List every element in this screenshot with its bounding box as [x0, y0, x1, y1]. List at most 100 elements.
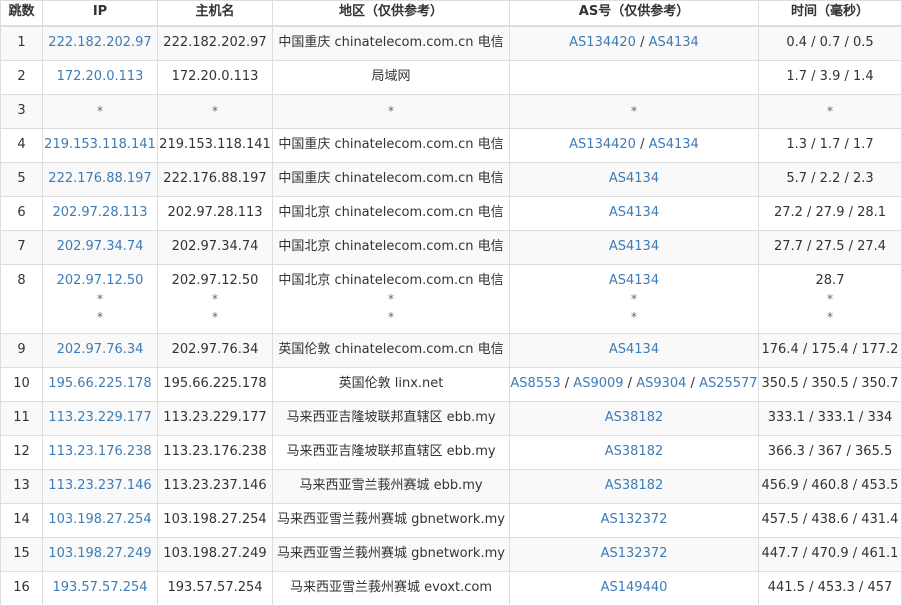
- ip-cell: 103.198.27.249: [42, 537, 158, 572]
- hop-number: 3: [17, 103, 26, 118]
- as-link[interactable]: AS4134: [609, 342, 659, 357]
- ip-cell: 195.66.225.178: [42, 367, 158, 402]
- time-cell: 27.7 / 27.5 / 27.4: [758, 230, 902, 265]
- hop-cell: 12: [0, 435, 43, 470]
- hop-cell: 1: [0, 25, 43, 61]
- time-cell: 1.3 / 1.7 / 1.7: [758, 128, 902, 163]
- ip-link[interactable]: 103.198.27.249: [44, 545, 157, 563]
- as-separator: /: [635, 137, 649, 152]
- as-link[interactable]: AS25577: [699, 376, 757, 391]
- as-link[interactable]: AS134420: [569, 137, 636, 152]
- ip-cell: 172.20.0.113: [42, 60, 158, 95]
- as-link[interactable]: AS149440: [601, 580, 668, 595]
- as-cell: AS4134: [509, 230, 759, 265]
- region-cell: 英国伦敦 linx.net: [272, 367, 510, 402]
- ip-link[interactable]: 202.97.76.34: [44, 341, 157, 359]
- as-link[interactable]: AS132372: [601, 546, 668, 561]
- hostname: 222.182.202.97: [163, 35, 267, 50]
- region-cell: *: [272, 94, 510, 129]
- region-text: 马来西亚吉隆坡联邦直辖区 ebb.my: [286, 444, 496, 459]
- region-text: 中国重庆 chinatelecom.com.cn 电信: [278, 35, 504, 50]
- as-link[interactable]: AS4134: [609, 239, 659, 254]
- hop-cell: 13: [0, 469, 43, 504]
- region-text: 局域网: [371, 69, 411, 84]
- as-cell: AS38182: [509, 469, 759, 504]
- as-list: AS132372: [511, 511, 758, 529]
- ip-link[interactable]: 113.23.237.146: [44, 477, 157, 495]
- hostname-cell: 193.57.57.254: [157, 571, 273, 606]
- ip-link[interactable]: 222.176.88.197: [44, 170, 157, 188]
- ip-link[interactable]: 202.97.28.113: [44, 204, 157, 222]
- table-row: 1 222.182.202.97 222.182.202.97 中国重庆 chinat…: [0, 25, 902, 61]
- hostname: 222.176.88.197: [163, 171, 267, 186]
- ip-cell: 202.97.28.113: [42, 196, 158, 231]
- as-link[interactable]: AS38182: [605, 410, 664, 425]
- table-row: 10 195.66.225.178 195.66.225.178 英国伦敦 linx.…: [0, 367, 902, 402]
- ip-link[interactable]: 202.97.34.74: [44, 238, 157, 256]
- as-link[interactable]: AS38182: [605, 478, 664, 493]
- as-cell: *: [509, 94, 759, 129]
- ip-cell: 113.23.229.177: [42, 401, 158, 436]
- latency-values: 366.3 / 367 / 365.5: [767, 444, 893, 459]
- as-link[interactable]: AS4134: [649, 35, 699, 50]
- ip-link[interactable]: 195.66.225.178: [44, 375, 157, 393]
- hop-number: 16: [13, 580, 30, 595]
- as-link[interactable]: AS9304: [636, 376, 686, 391]
- hop-number: 7: [17, 239, 26, 254]
- ip-link[interactable]: 193.57.57.254: [44, 579, 157, 597]
- ip-link[interactable]: 222.182.202.97: [44, 34, 157, 52]
- ip-cell: 113.23.176.238: [42, 435, 158, 470]
- as-link[interactable]: AS9009: [573, 376, 623, 391]
- time-cell: 447.7 / 470.9 / 461.1: [758, 537, 902, 572]
- as-link[interactable]: AS132372: [601, 512, 668, 527]
- ip-link[interactable]: 113.23.229.177: [44, 409, 157, 427]
- as-separator: /: [686, 376, 700, 391]
- ip-link[interactable]: 113.23.176.238: [44, 443, 157, 461]
- latency-values: 27.2 / 27.9 / 28.1: [773, 205, 887, 220]
- timeout-marker: *: [631, 104, 637, 118]
- table-row: 15 103.198.27.249 103.198.27.249 马来西亚雪兰莪州赛城…: [0, 537, 902, 572]
- as-cell: AS149440: [509, 571, 759, 606]
- region-text: 马来西亚吉隆坡联邦直辖区 ebb.my: [286, 410, 496, 425]
- header-hostname: 主机名: [157, 0, 273, 27]
- ip-link[interactable]: 172.20.0.113: [44, 68, 157, 86]
- latency-values: 333.1 / 333.1 / 334: [767, 410, 893, 425]
- as-cell: AS4134: [509, 333, 759, 368]
- hop-number: 11: [13, 410, 30, 425]
- hostname: 202.97.28.113: [167, 205, 263, 220]
- region-text: 马来西亚雪兰莪州赛城 gbnetwork.my: [277, 546, 505, 561]
- hostname: 113.23.229.177: [163, 410, 267, 425]
- ip-link[interactable]: 202.97.12.50: [44, 272, 157, 290]
- hostname-cell: 222.182.202.97: [157, 25, 273, 61]
- as-link[interactable]: AS38182: [605, 444, 664, 459]
- as-link[interactable]: AS134420: [569, 35, 636, 50]
- hop-number: 9: [17, 342, 26, 357]
- as-link[interactable]: AS8553: [511, 376, 561, 391]
- as-link[interactable]: AS4134: [609, 205, 659, 220]
- as-link[interactable]: AS4134: [609, 171, 659, 186]
- as-link[interactable]: AS4134: [649, 137, 699, 152]
- region-cell: 马来西亚雪兰莪州赛城 gbnetwork.my: [272, 537, 510, 572]
- as-cell: AS38182: [509, 401, 759, 436]
- latency-values: 441.5 / 453.3 / 457: [767, 580, 893, 595]
- time-cell: *: [758, 94, 902, 129]
- table-row: 5 222.176.88.197 222.176.88.197 中国重庆 chinat…: [0, 162, 902, 197]
- region-text: 中国重庆 chinatelecom.com.cn 电信: [278, 137, 504, 152]
- region-text: 马来西亚雪兰莪州赛城 gbnetwork.my: [277, 512, 505, 527]
- as-cell: AS38182: [509, 435, 759, 470]
- time-cell: 27.2 / 27.9 / 28.1: [758, 196, 902, 231]
- hostname: 202.97.12.50: [171, 273, 259, 288]
- as-link[interactable]: AS4134: [609, 273, 659, 288]
- as-list: AS4134: [511, 238, 758, 256]
- timeout-marker: *: [97, 292, 103, 306]
- hop-number: 6: [17, 205, 26, 220]
- as-list: AS134420 / AS4134: [511, 34, 758, 52]
- ip-link[interactable]: 103.198.27.254: [44, 511, 157, 529]
- hop-cell: 15: [0, 537, 43, 572]
- as-list: AS4134: [511, 272, 758, 290]
- ip-link[interactable]: 219.153.118.141: [44, 136, 157, 154]
- timeout-marker: *: [631, 292, 637, 306]
- hop-cell: 9: [0, 333, 43, 368]
- header-hop: 跳数: [0, 0, 43, 27]
- time-cell: 457.5 / 438.6 / 431.4: [758, 503, 902, 538]
